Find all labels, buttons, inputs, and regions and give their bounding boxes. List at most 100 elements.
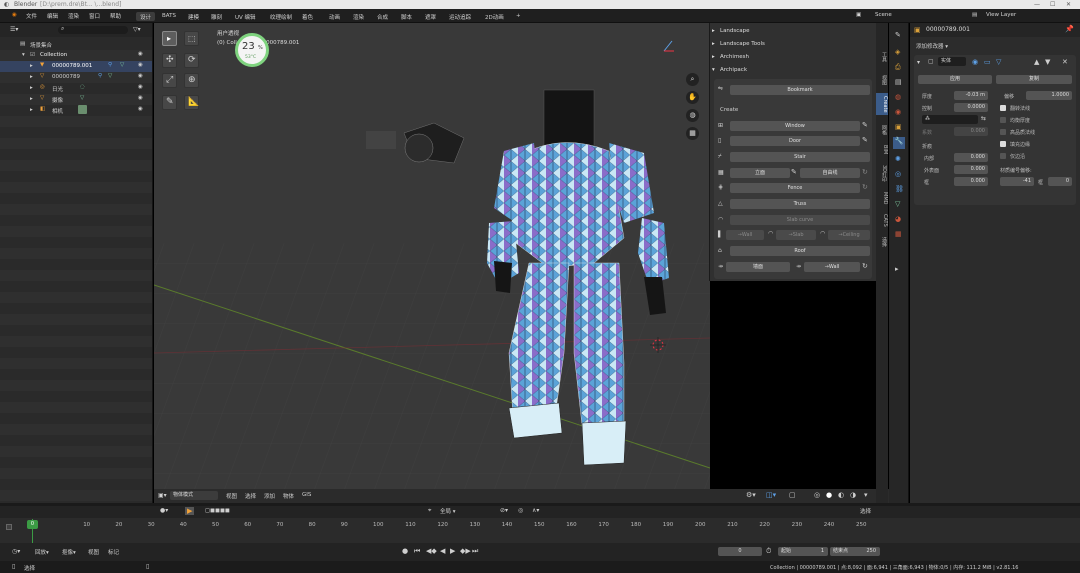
scene-props-icon[interactable]: ◍	[895, 93, 901, 101]
tab-create[interactable]: Create	[876, 93, 888, 115]
offset-field[interactable]: 1.0000	[1026, 91, 1072, 100]
expand-icon[interactable]: ▸	[30, 96, 33, 102]
outliner-row-object-selected[interactable]: ▸ ▼ 00000789.001 ⚲ ▽ ◉	[0, 61, 152, 72]
end-frame-field[interactable]: 结束点 250	[830, 547, 880, 556]
keyframe-type-icon[interactable]: ◻◼◼◼◼	[205, 507, 230, 514]
stopwatch-icon[interactable]: ⏱	[766, 547, 771, 556]
maximize-button[interactable]: ☐	[1050, 1, 1055, 8]
outer-field[interactable]: 0.000	[954, 165, 988, 174]
eye-icon[interactable]: ◉	[138, 106, 143, 112]
modifier-props-icon[interactable]: 🔧	[893, 137, 905, 149]
outliner-search-input[interactable]: ⌕	[58, 25, 128, 34]
menu-view[interactable]: 视图	[226, 492, 237, 500]
fill-rim-checkbox[interactable]	[1000, 141, 1006, 147]
outliner-row-collection[interactable]: ▾ ☑ Collection ◉	[0, 50, 152, 61]
menu-select[interactable]: 选择	[245, 492, 256, 500]
play-reverse-icon[interactable]: ◀	[440, 547, 445, 555]
timeline-select-menu[interactable]: 选择	[860, 507, 871, 515]
camera-view-icon[interactable]: ◍	[686, 109, 699, 122]
to-wall-button[interactable]: →Wall	[726, 230, 764, 240]
scene-name[interactable]: Scene	[875, 12, 892, 18]
move-tool-button[interactable]: ✣	[162, 53, 177, 68]
pivot-icon[interactable]: ⌖	[428, 507, 431, 515]
menu-window[interactable]: 窗口	[89, 12, 100, 20]
object-props-icon[interactable]: ▣	[895, 123, 902, 131]
workspace-tab-animation[interactable]: 动画	[325, 12, 344, 21]
physics-props-icon[interactable]: ◎	[895, 170, 901, 178]
panel-archipack[interactable]: ▾ Archipack	[710, 64, 876, 76]
workspace-tab-sculpt[interactable]: 雕刻	[207, 12, 226, 21]
to-ceiling-button[interactable]: →Ceiling	[828, 230, 870, 240]
eye-icon[interactable]: ◉	[138, 95, 143, 101]
minimize-button[interactable]: —	[1034, 1, 1040, 8]
menu-render[interactable]: 渲染	[68, 12, 79, 20]
prev-keyframe-icon[interactable]: ◀◆	[426, 547, 437, 555]
expand-icon[interactable]: ▸	[30, 85, 33, 91]
outliner-row-scene-collection[interactable]: ▤ 场景集合	[0, 39, 152, 50]
workspace-tab-rendering[interactable]: 渲染	[349, 12, 368, 21]
scale-tool-button[interactable]: ⤢	[162, 73, 177, 88]
workspace-tab-tracking[interactable]: 运动追踪	[445, 12, 475, 21]
expand-icon[interactable]: ▾	[22, 52, 25, 58]
tool-props-icon[interactable]: ✎	[895, 31, 901, 39]
shading-wireframe-icon[interactable]: ◎	[814, 491, 820, 499]
filter-icon[interactable]: ▽▾	[133, 26, 141, 33]
annotate-tool-button[interactable]: ✎	[162, 95, 177, 110]
material-props-icon[interactable]: ◕	[895, 215, 901, 223]
texture-props-icon[interactable]: ▦	[895, 230, 902, 238]
slab-curve-button[interactable]: Slab curve	[730, 215, 870, 225]
tab-3d-print[interactable]: 3D打印	[876, 163, 888, 185]
eye-icon[interactable]: ◉	[138, 62, 143, 68]
panel-landscape-tools[interactable]: ▸ Landscape Tools	[710, 38, 876, 50]
workspace-tab-shading[interactable]: 着色	[298, 12, 317, 21]
to-slab-button[interactable]: →Slab	[776, 230, 816, 240]
workspace-tab-bats[interactable]: BATS	[158, 12, 180, 21]
rim-crease-field[interactable]: 0.000	[954, 177, 988, 186]
create-roof-button[interactable]: Roof	[730, 246, 870, 256]
view-layer-props-icon[interactable]: ▤	[895, 78, 902, 86]
viewport-gizmo-icon[interactable]: ⚙▾	[746, 491, 756, 499]
workspace-tab-uv[interactable]: UV 编辑	[231, 12, 260, 21]
tab-cats[interactable]: CATS	[876, 209, 888, 231]
move-up-icon[interactable]: ▲	[1034, 58, 1039, 66]
outliner-row-object[interactable]: ▸ ▽ 00000789 ⚲ ▽ ◉	[0, 72, 152, 83]
show-render-icon[interactable]: ◉	[972, 58, 978, 66]
show-editmode-icon[interactable]: ▽	[996, 58, 1001, 66]
hq-normals-checkbox[interactable]	[1000, 129, 1006, 135]
render-props-icon[interactable]: ◈	[895, 48, 900, 56]
outliner-row-camera[interactable]: ▸ ◧ 相机 ◉	[0, 105, 152, 116]
mesh-data-props-icon[interactable]: ▽	[895, 200, 900, 208]
display-mode-icon[interactable]: ☰▾	[10, 26, 18, 33]
tab-mmd[interactable]: MMD	[876, 189, 888, 207]
blender-menu-icon[interactable]: ◉	[12, 12, 17, 18]
marker-menu[interactable]: 标记	[108, 548, 119, 556]
shading-material-icon[interactable]: ◐	[838, 491, 844, 499]
workspace-tab-compositing[interactable]: 合成	[373, 12, 392, 21]
shading-rendered-icon[interactable]: ◑	[850, 491, 856, 499]
to-wall-action-button[interactable]: →Wall	[804, 262, 860, 272]
expand-icon[interactable]: ▸	[30, 74, 33, 80]
tab-view[interactable]: 视图	[876, 71, 888, 89]
collapse-icon[interactable]: ▾	[917, 59, 920, 66]
inner-field[interactable]: 0.000	[954, 153, 988, 162]
proportional-icon[interactable]: ◎	[518, 507, 523, 514]
even-thickness-checkbox[interactable]	[1000, 117, 1006, 123]
create-door-button[interactable]: Door	[730, 136, 860, 146]
workspace-tab-scripting[interactable]: 脚本	[397, 12, 416, 21]
constraints-props-icon[interactable]: ⛓	[895, 185, 904, 193]
vertex-group-field[interactable]: ⁂	[922, 115, 978, 124]
tab-bim[interactable]: BIM	[876, 141, 888, 159]
control-field[interactable]: 0.0000	[954, 103, 988, 112]
expand-icon[interactable]: ▸	[30, 107, 33, 113]
thickness-field[interactable]: -0.03 m	[954, 91, 988, 100]
eye-icon[interactable]: ◉	[138, 84, 143, 90]
material-offset-field[interactable]: -41	[1000, 177, 1034, 186]
expand-icon[interactable]: ▸	[30, 63, 33, 69]
refresh-icon[interactable]: ↻	[862, 183, 868, 191]
tab-tool[interactable]: 工具	[876, 48, 888, 66]
outliner-row-light[interactable]: ▸ ◎ 日光 ◌ ◉	[0, 83, 152, 94]
tab-select[interactable]: 选择	[876, 233, 888, 251]
eye-icon[interactable]: ◉	[138, 51, 143, 57]
menu-gis[interactable]: GIS	[302, 492, 311, 498]
workspace-tab-mask[interactable]: 遮罩	[421, 12, 440, 21]
